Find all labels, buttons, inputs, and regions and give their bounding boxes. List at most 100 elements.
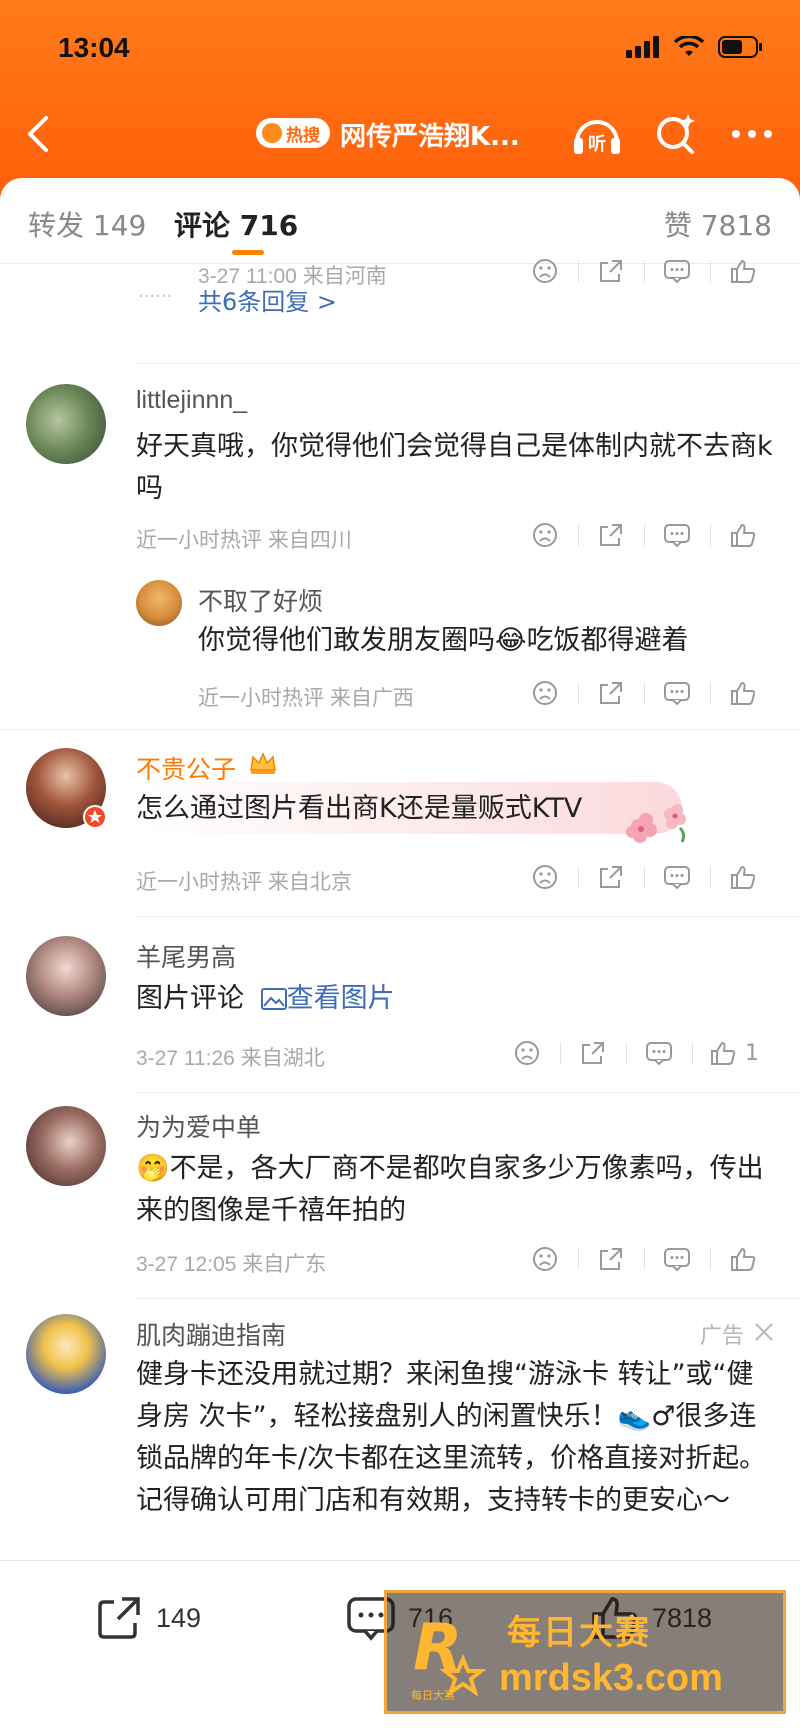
reply-button[interactable] — [644, 518, 710, 552]
like-button[interactable] — [710, 1242, 776, 1276]
comment-text-part: 图片评论 — [136, 983, 244, 1014]
comment-username[interactable]: 肌肉蹦迪指南 — [136, 1316, 286, 1352]
watermark-overlay: R 每日大赛 每日大赛 mrdsk3.com — [384, 1590, 786, 1714]
thumbs-up-icon — [711, 1041, 736, 1065]
laughing-emoji: 😂 — [495, 625, 527, 656]
headphones-icon[interactable]: 听 — [570, 112, 624, 158]
comment-username[interactable]: littlejinnn_ — [136, 386, 247, 415]
verified-badge-icon — [83, 805, 107, 829]
status-time: 13:04 — [58, 32, 130, 63]
sad-face-icon — [533, 259, 557, 283]
watermark-logo-letter: R — [413, 1611, 462, 1685]
battery-icon — [718, 36, 762, 58]
comment-meta: 3-27 11:26 来自湖北 — [136, 1047, 325, 1070]
like-button[interactable] — [710, 860, 776, 894]
watermark-title: 每日大赛 — [507, 1613, 651, 1653]
dislike-button[interactable] — [512, 518, 578, 552]
comment-text: 🤭不是，各大厂商不是都吹自家多少万像素吗，传出来的图像是千禧年拍的 — [136, 1148, 776, 1232]
share-button[interactable] — [578, 254, 644, 288]
reply-button[interactable] — [644, 860, 710, 894]
reply-text-part: 你觉得他们敢发朋友圈吗 — [198, 625, 495, 656]
tab-bar: 转发 149 评论 716 赞 7818 — [0, 178, 800, 264]
comment-icon — [664, 260, 690, 284]
crown-icon — [250, 752, 276, 774]
divider — [136, 916, 800, 917]
share-button[interactable] — [560, 1036, 626, 1070]
repost-button[interactable]: 149 — [96, 1595, 201, 1641]
comment-icon — [646, 1042, 672, 1066]
dislike-button[interactable] — [512, 254, 578, 288]
tab-like[interactable]: 赞 7818 — [664, 204, 772, 244]
reply-button[interactable] — [644, 676, 710, 710]
page-title: 网传严浩翔K... — [340, 122, 520, 152]
back-icon[interactable] — [18, 112, 62, 156]
avatar[interactable] — [26, 1314, 106, 1394]
comment-username[interactable]: 为为爱中单 — [136, 1108, 261, 1144]
thumbs-up-icon — [731, 1247, 756, 1271]
hot-search-icon — [262, 123, 282, 143]
comment-actions: 1 — [494, 1036, 776, 1070]
reply-text-part: 吃饭都得避着 — [526, 625, 689, 656]
share-icon — [600, 1248, 622, 1270]
watermark-url: mrdsk3.com — [499, 1657, 723, 1699]
comment-icon — [664, 682, 690, 706]
hot-search-badge[interactable]: 热搜 — [256, 118, 330, 148]
dislike-button[interactable] — [494, 1036, 560, 1070]
comment-text: 好天真哦，你觉得他们会觉得自己是体制内就不去商k吗 — [136, 431, 773, 504]
avatar[interactable] — [26, 1106, 106, 1186]
thumbs-up-icon — [731, 523, 756, 547]
sad-face-icon — [533, 523, 557, 547]
sad-face-icon — [533, 681, 557, 705]
divider — [136, 1092, 800, 1093]
reply-button[interactable] — [644, 1242, 710, 1276]
divider — [136, 363, 800, 364]
shush-emoji: 🤭 — [136, 1153, 170, 1184]
status-bar: 13:04 — [0, 28, 800, 68]
ad-label: 广告 — [699, 1324, 744, 1349]
comment-meta: 3-27 12:05 来自广东 — [136, 1253, 327, 1276]
reply-avatar[interactable] — [136, 580, 182, 626]
like-button[interactable] — [710, 518, 776, 552]
comment-username[interactable]: 羊尾男高 — [136, 938, 236, 974]
avatar[interactable] — [26, 384, 106, 464]
sad-face-icon — [515, 1041, 539, 1065]
divider — [136, 1298, 800, 1299]
listen-label: 听 — [588, 133, 606, 155]
comment-icon — [664, 524, 690, 548]
dislike-button[interactable] — [512, 676, 578, 710]
share-button[interactable] — [578, 860, 644, 894]
more-replies-link[interactable]: 共6条回复 > — [198, 282, 337, 317]
avatar[interactable] — [26, 936, 106, 1016]
repost-count: 149 — [156, 1602, 202, 1633]
share-icon — [600, 682, 622, 704]
comment-actions — [512, 860, 776, 894]
tab-comment[interactable]: 评论 716 — [174, 204, 298, 244]
reply-button[interactable] — [644, 254, 710, 288]
reply-username[interactable]: 不取了好烦 — [198, 582, 323, 618]
like-button[interactable]: 1 — [692, 1036, 776, 1070]
comment-actions — [512, 518, 776, 552]
dislike-button[interactable] — [512, 860, 578, 894]
comment-text: 健身卡还没用就过期？来闲鱼搜“游泳卡 转让”或“健身房 次卡”，轻松接盘别人的闲… — [136, 1354, 776, 1522]
flower-decoration-icon — [626, 804, 686, 843]
wifi-icon — [674, 36, 704, 56]
comment-username[interactable]: 不贵公子 — [136, 750, 236, 786]
share-button[interactable] — [578, 676, 644, 710]
divider — [0, 729, 800, 730]
more-icon[interactable] — [728, 114, 776, 154]
close-icon[interactable] — [752, 1320, 776, 1344]
status-icons — [626, 36, 764, 58]
share-icon — [600, 260, 622, 282]
share-button[interactable] — [578, 1242, 644, 1276]
like-button[interactable] — [710, 676, 776, 710]
share-button[interactable] — [578, 518, 644, 552]
like-count: 1 — [745, 1040, 759, 1066]
thumbs-up-icon — [731, 865, 756, 889]
view-image-link[interactable]: 查看图片 — [287, 983, 395, 1014]
dislike-button[interactable] — [512, 1242, 578, 1276]
like-button[interactable] — [710, 254, 776, 288]
reply-button[interactable] — [626, 1036, 692, 1070]
reply-text: 你觉得他们敢发朋友圈吗😂吃饭都得避着 — [198, 620, 778, 662]
tab-repost[interactable]: 转发 149 — [28, 204, 146, 244]
search-icon[interactable] — [654, 112, 698, 156]
